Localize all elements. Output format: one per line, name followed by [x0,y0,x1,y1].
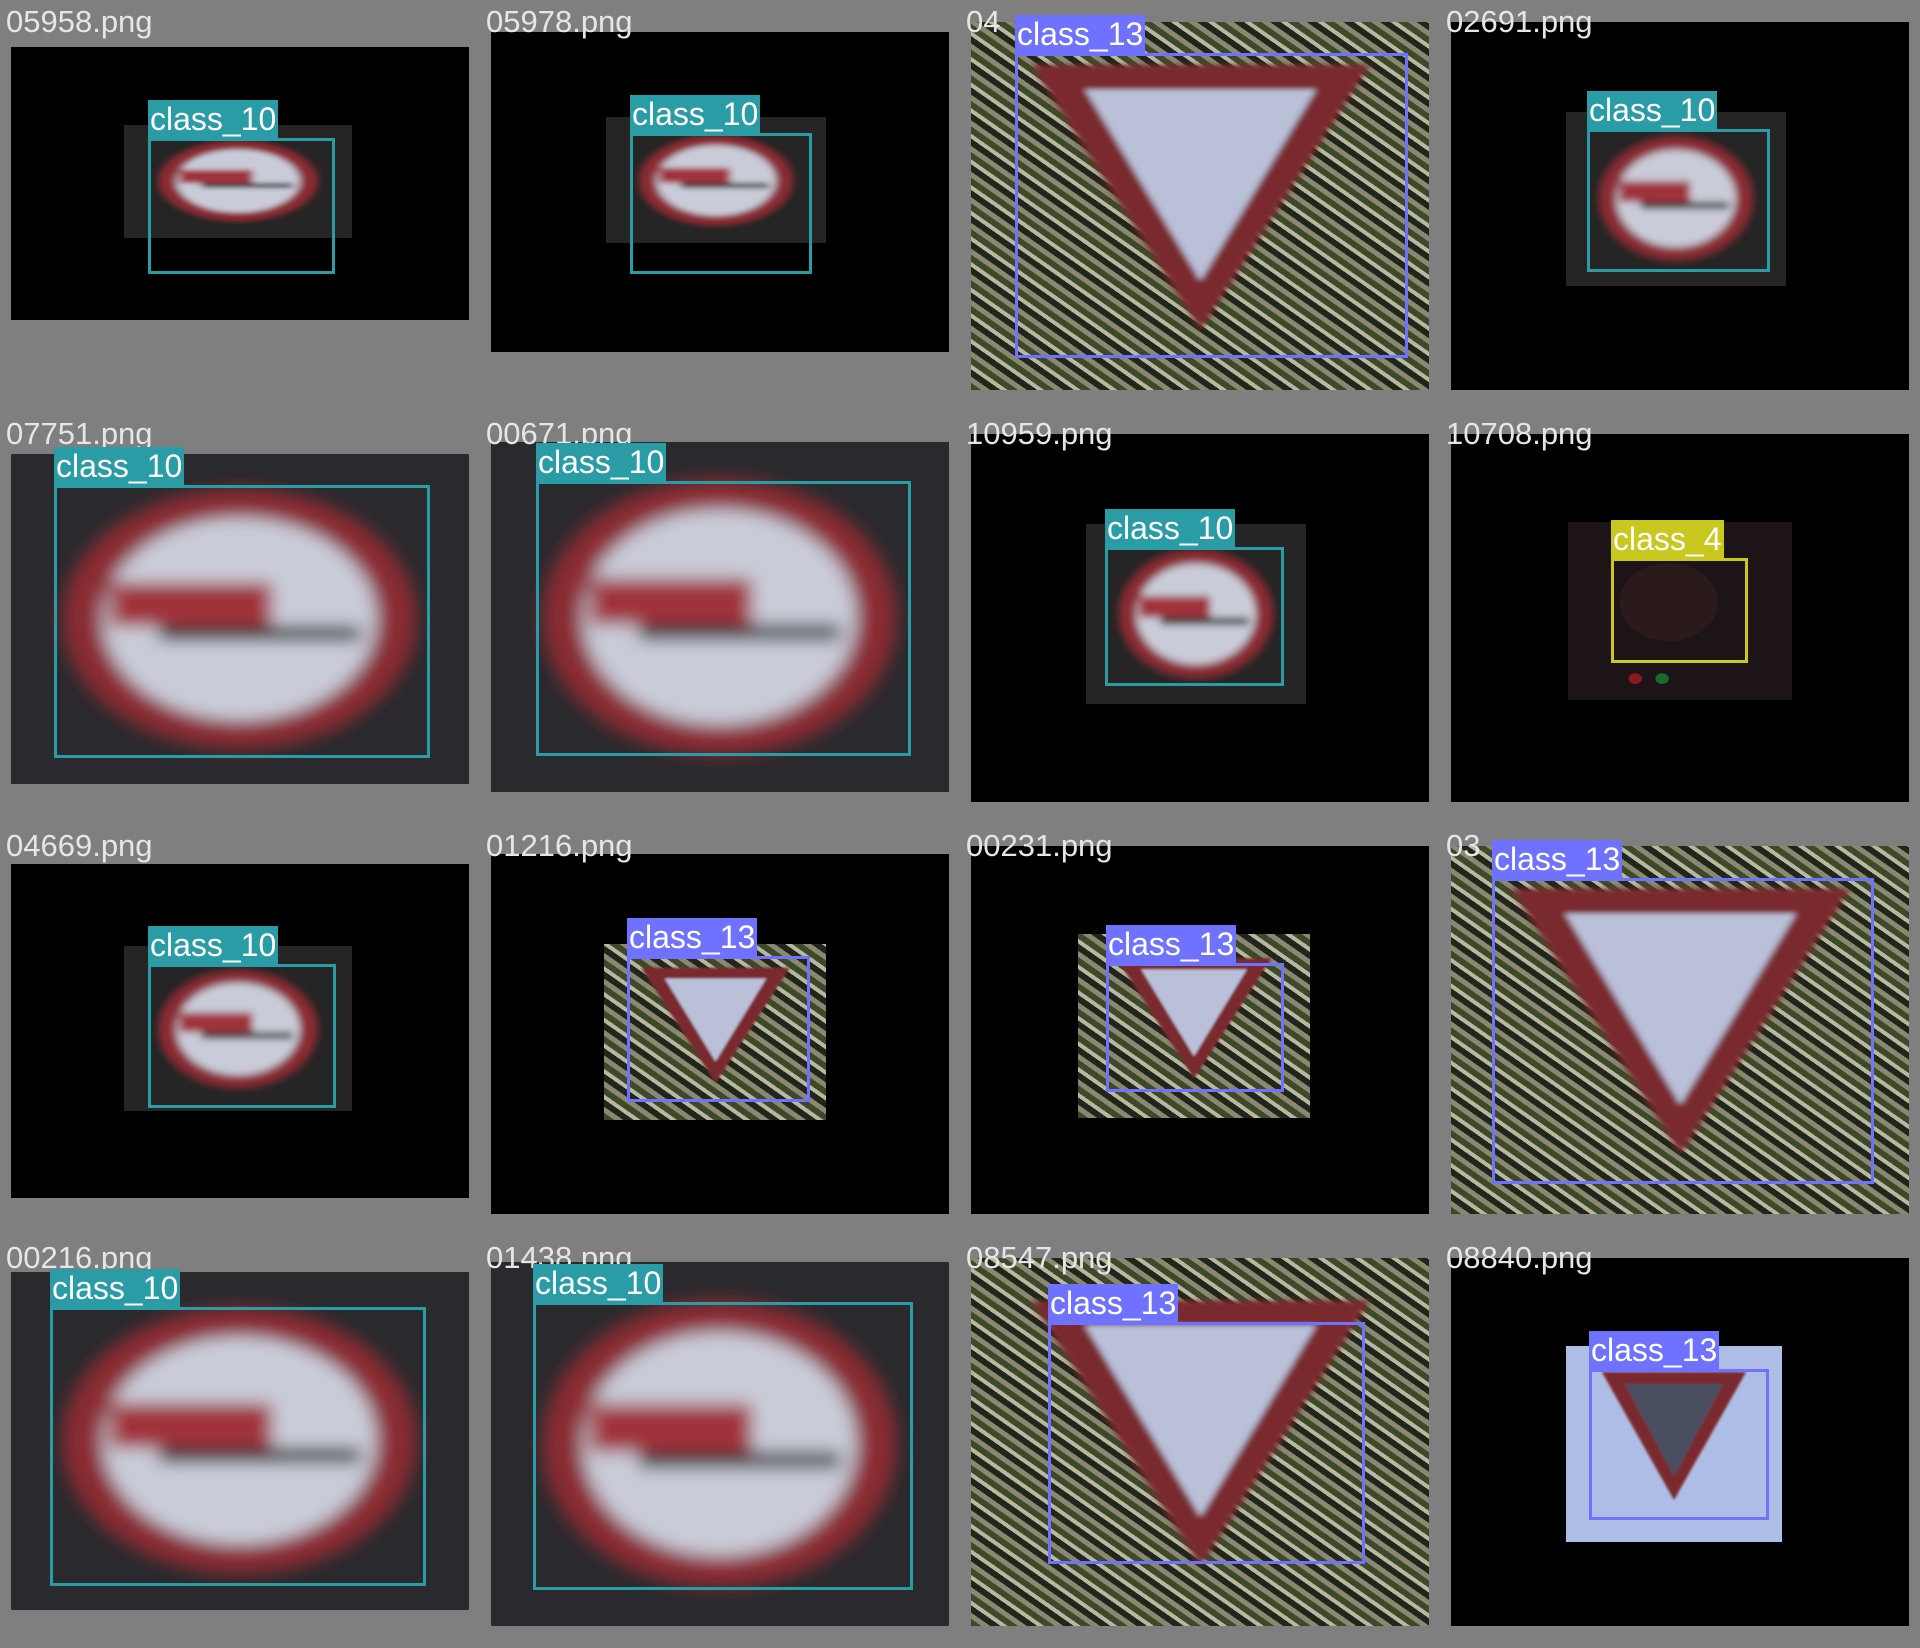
grid-cell[interactable]: 03 class_13 [1442,826,1918,1234]
bounding-box [1611,558,1748,663]
class-label: class_13 [1048,1284,1179,1322]
class-label: class_10 [1105,509,1236,547]
class-label: class_10 [50,1269,181,1307]
grid-cell[interactable]: 07751.png class_10 [2,414,478,822]
bounding-box [627,956,810,1102]
class-label: class_10 [148,100,279,138]
filename-label: 10708.png [1446,416,1593,451]
bounding-box [1106,963,1284,1092]
filename-label: 04 [966,4,1001,39]
class-label: class_10 [533,1264,664,1302]
filename-label: 05978.png [486,4,633,39]
bounding-box [1048,1322,1365,1564]
class-label: class_13 [1015,15,1146,53]
bounding-box [50,1307,426,1586]
filename-label: 00231.png [966,828,1113,863]
grid-cell[interactable]: 00231.png class_13 [962,826,1438,1234]
filename-label: 08840.png [1446,1240,1593,1275]
bounding-box [1589,1369,1769,1520]
filename-label: 02691.png [1446,4,1593,39]
bounding-box [148,138,335,274]
bounding-box [630,133,812,274]
class-label: class_4 [1611,520,1724,558]
grid-cell[interactable]: 04669.png class_10 [2,826,478,1234]
grid-cell[interactable]: 01438.png class_10 [482,1238,958,1646]
class-label: class_10 [54,447,185,485]
grid-cell[interactable]: 08840.png class_13 [1442,1238,1918,1646]
bounding-box [533,1302,913,1590]
grid-cell[interactable]: 01216.png class_13 [482,826,958,1234]
class-label: class_13 [1106,925,1237,963]
grid-cell[interactable]: 02691.png class_10 [1442,2,1918,410]
grid-cell[interactable]: 08547.png class_13 [962,1238,1438,1646]
bounding-box [54,485,430,758]
grid-cell[interactable]: 00671.png class_10 [482,414,958,822]
filename-label: 01216.png [486,828,633,863]
filename-label: 05958.png [6,4,153,39]
bounding-box [148,964,336,1108]
class-label: class_10 [1587,91,1718,129]
class-label: class_13 [1492,840,1623,878]
bounding-box [536,481,911,756]
class-label: class_13 [627,918,758,956]
class-label: class_10 [630,95,761,133]
grid-cell[interactable]: 10959.png class_10 [962,414,1438,822]
bounding-box [1587,129,1770,272]
grid-cell[interactable]: 04 class_13 [962,2,1438,410]
filename-label: 10959.png [966,416,1113,451]
class-label: class_10 [148,926,279,964]
bounding-box [1492,878,1874,1184]
bounding-box [1105,547,1284,686]
filename-label: 03 [1446,828,1481,863]
class-label: class_13 [1589,1331,1720,1369]
grid-cell[interactable]: 00216.png class_10 [2,1238,478,1646]
grid-cell[interactable]: 10708.png class_4 [1442,414,1918,822]
class-label: class_10 [536,443,667,481]
grid-cell[interactable]: 05978.png class_10 [482,2,958,410]
image-grid: 05958.png class_10 05978.png class_10 04 clas… [0,0,1920,1648]
filename-label: 08547.png [966,1240,1113,1275]
filename-label: 04669.png [6,828,153,863]
grid-cell[interactable]: 05958.png class_10 [2,2,478,410]
bounding-box [1015,53,1408,358]
